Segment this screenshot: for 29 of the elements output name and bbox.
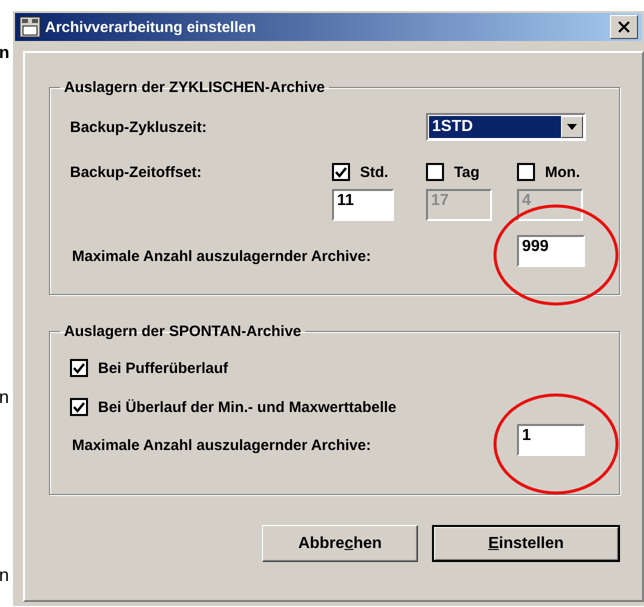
cycle-dropdown[interactable]: 1STD: [426, 113, 586, 141]
caret-icon: [567, 124, 577, 130]
close-icon: [617, 21, 631, 33]
field-label: Maximale Anzahl auszulagernder Archive:: [71, 246, 372, 264]
max-archives-field[interactable]: 1: [517, 424, 585, 456]
checkbox[interactable]: [70, 398, 88, 416]
background-text: n: [0, 44, 10, 61]
field-label: Maximale Anzahl auszulagernder Archive:: [71, 436, 372, 454]
background-text: n: [0, 566, 10, 584]
dialog-button[interactable]: Abbrechen: [262, 525, 418, 562]
checkbox-label: Mon.: [545, 164, 580, 180]
max-archives-field[interactable]: 999: [517, 235, 585, 267]
field-label: Backup-Zykluszeit:: [70, 118, 208, 136]
close-button[interactable]: [610, 15, 638, 39]
checkbox-label: Bei Pufferüberlauf: [98, 360, 228, 376]
checkbox[interactable]: [332, 163, 350, 181]
checkbox-label: Tag: [454, 164, 480, 180]
app-icon: [19, 16, 41, 38]
dialog-button[interactable]: Einstellen: [432, 525, 620, 562]
background-text: n: [0, 388, 10, 406]
group-title: Auslagern der SPONTAN-Archive: [63, 323, 302, 340]
dropdown-button[interactable]: [561, 116, 583, 138]
checkbox[interactable]: [70, 359, 88, 377]
window-title: Archivverarbeitung einstellen: [45, 18, 257, 36]
checkbox-label: Bei Überlauf der Min.- und Maxwerttabelle: [98, 398, 396, 416]
offset-field[interactable]: 11: [332, 189, 394, 221]
field-label: Backup-Zeitoffset:: [70, 164, 203, 180]
checkbox-label: Std.: [360, 164, 388, 180]
group-title: Auslagern der ZYKLISCHEN-Archive: [63, 79, 326, 96]
